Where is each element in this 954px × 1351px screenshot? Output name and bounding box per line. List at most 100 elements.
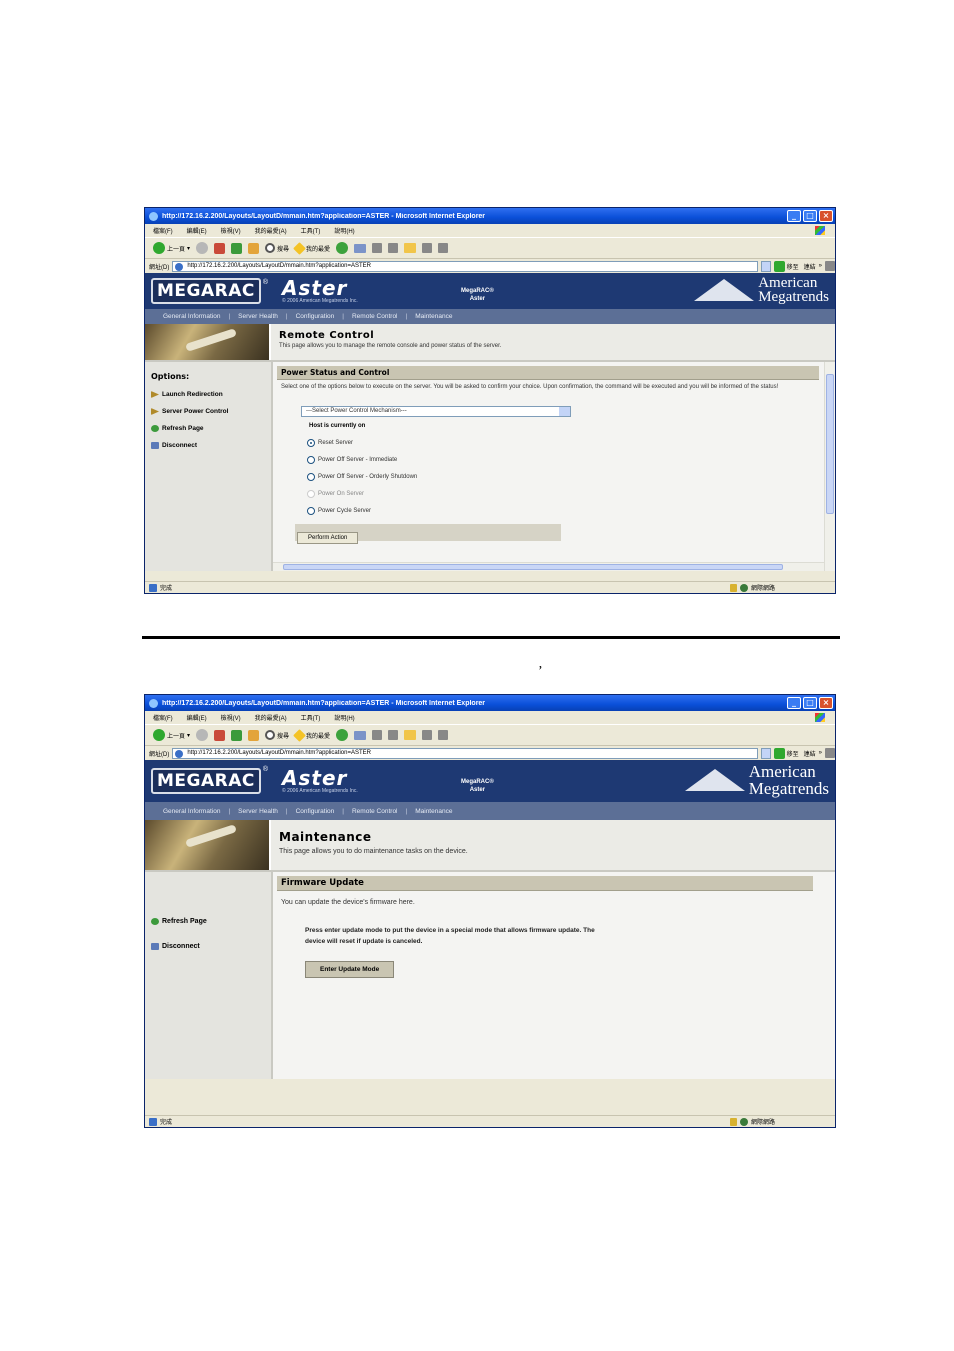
norton-icon[interactable] (825, 748, 835, 758)
menu-view[interactable]: 檢視(V) (221, 713, 241, 722)
sidebar: Options: Launch Redirection Server Power… (145, 362, 273, 571)
address-dropdown-icon[interactable] (760, 747, 771, 759)
sidebar-item-refresh-page[interactable]: Refresh Page (151, 918, 265, 925)
back-arrow-icon (153, 729, 165, 741)
print-icon[interactable] (372, 243, 383, 253)
arrow-icon (151, 408, 159, 415)
nav-configuration[interactable]: Configuration (296, 313, 335, 320)
caption-mark: ’ (538, 664, 543, 679)
menu-favorites[interactable]: 我的最愛(A) (255, 226, 287, 235)
media-icon[interactable] (336, 242, 349, 254)
back-button[interactable]: 上一頁 ▾ (153, 729, 190, 741)
radio-power-off-immediate[interactable] (307, 455, 315, 464)
menu-file[interactable]: 檔案(F) (153, 713, 173, 722)
sidebar-item-disconnect[interactable]: Disconnect (151, 442, 265, 449)
research-icon[interactable] (438, 730, 449, 740)
address-dropdown-icon[interactable] (760, 260, 771, 272)
section-description: You can update the device's firmware her… (281, 899, 415, 906)
print-icon[interactable] (372, 730, 383, 740)
refresh-icon[interactable] (231, 242, 243, 254)
research-icon[interactable] (438, 243, 449, 253)
section-description: Select one of the options below to execu… (281, 384, 779, 390)
forward-arrow-icon[interactable] (196, 242, 209, 254)
horizontal-scrollbar[interactable] (273, 562, 824, 571)
search-button[interactable]: 搜尋 (265, 730, 289, 740)
nav-maintenance[interactable]: Maintenance (415, 808, 452, 815)
mail-icon[interactable] (354, 243, 367, 253)
address-input[interactable]: http://172.16.2.200/Layouts/LayoutD/mmai… (172, 260, 758, 272)
option-power-off-orderly[interactable]: Power Off Server - Orderly Shutdown (307, 472, 819, 481)
menu-file[interactable]: 檔案(F) (153, 226, 173, 235)
nav-remote-control[interactable]: Remote Control (352, 808, 398, 815)
window-titlebar[interactable]: http://172.16.2.200/Layouts/LayoutD/mmai… (145, 695, 835, 711)
sidebar-item-launch-redirection[interactable]: Launch Redirection (151, 391, 265, 398)
scroll-thumb[interactable] (283, 564, 783, 570)
nav-general-information[interactable]: General Information (163, 808, 220, 815)
links-label[interactable]: 連結 (804, 749, 816, 758)
messenger-icon[interactable] (422, 243, 433, 253)
maximize-icon[interactable]: □ (803, 697, 817, 709)
back-button[interactable]: 上一頁 ▾ (153, 242, 190, 254)
window-titlebar[interactable]: http://172.16.2.200/Layouts/LayoutD/mmai… (145, 208, 835, 224)
stop-icon[interactable] (214, 242, 226, 254)
radio-reset-server[interactable] (307, 438, 315, 447)
links-label[interactable]: 連結 (804, 262, 816, 271)
nav-remote-control[interactable]: Remote Control (352, 313, 398, 320)
option-reset-server[interactable]: Reset Server (307, 438, 819, 447)
registered-mark: ® (262, 279, 269, 286)
menu-view[interactable]: 檢視(V) (221, 226, 241, 235)
minimize-icon[interactable]: _ (787, 210, 801, 222)
go-button[interactable]: 移至 (773, 747, 799, 759)
menu-help[interactable]: 說明(H) (334, 713, 354, 722)
go-button[interactable]: 移至 (773, 260, 799, 272)
nav-server-health[interactable]: Server Health (238, 808, 278, 815)
folder-icon[interactable] (404, 730, 417, 740)
radio-power-cycle[interactable] (307, 506, 315, 515)
stop-icon[interactable] (214, 729, 226, 741)
home-icon[interactable] (248, 729, 260, 741)
disconnect-icon (151, 442, 159, 449)
norton-icon[interactable] (825, 261, 835, 271)
mail-icon[interactable] (354, 730, 367, 740)
media-icon[interactable] (336, 729, 349, 741)
address-input[interactable]: http://172.16.2.200/Layouts/LayoutD/mmai… (172, 747, 758, 759)
menu-help[interactable]: 說明(H) (334, 226, 354, 235)
radio-power-off-orderly[interactable] (307, 472, 315, 481)
forward-arrow-icon[interactable] (196, 729, 209, 741)
edit-icon[interactable] (388, 730, 399, 740)
nav-configuration[interactable]: Configuration (296, 808, 335, 815)
toolbar-overflow-icon[interactable]: » (819, 263, 822, 269)
search-button[interactable]: 搜尋 (265, 243, 289, 253)
enter-update-mode-button[interactable]: Enter Update Mode (305, 960, 395, 978)
toolbar-overflow-icon[interactable]: » (819, 750, 822, 756)
edit-icon[interactable] (388, 243, 399, 253)
sidebar-item-refresh-page[interactable]: Refresh Page (151, 425, 265, 432)
option-power-off-immediate[interactable]: Power Off Server - Immediate (307, 455, 819, 464)
favorites-button[interactable]: 我的最愛 (293, 241, 330, 255)
close-icon[interactable]: × (819, 210, 833, 222)
menu-edit[interactable]: 編輯(E) (187, 226, 207, 235)
messenger-icon[interactable] (422, 730, 433, 740)
menu-favorites[interactable]: 我的最愛(A) (255, 713, 287, 722)
copyright-text: © 2006 American Megatrends Inc. (282, 788, 358, 794)
perform-action-button[interactable]: Perform Action (297, 531, 359, 544)
power-control-select[interactable]: ---Select Power Control Mechanism--- (301, 405, 571, 417)
maximize-icon[interactable]: □ (803, 210, 817, 222)
folder-icon[interactable] (404, 243, 417, 253)
nav-server-health[interactable]: Server Health (238, 313, 278, 320)
sidebar-item-server-power-control[interactable]: Server Power Control (151, 408, 265, 415)
refresh-icon[interactable] (231, 729, 243, 741)
minimize-icon[interactable]: _ (787, 697, 801, 709)
scroll-thumb[interactable] (826, 374, 834, 514)
menu-tools[interactable]: 工具(T) (301, 226, 321, 235)
option-power-cycle[interactable]: Power Cycle Server (307, 506, 819, 515)
sidebar-item-disconnect[interactable]: Disconnect (151, 943, 265, 950)
close-icon[interactable]: × (819, 697, 833, 709)
nav-maintenance[interactable]: Maintenance (415, 313, 452, 320)
home-icon[interactable] (248, 242, 260, 254)
favorites-button[interactable]: 我的最愛 (293, 728, 330, 742)
nav-general-information[interactable]: General Information (163, 313, 220, 320)
menu-edit[interactable]: 編輯(E) (187, 713, 207, 722)
vertical-scrollbar[interactable] (824, 362, 835, 571)
menu-tools[interactable]: 工具(T) (301, 713, 321, 722)
